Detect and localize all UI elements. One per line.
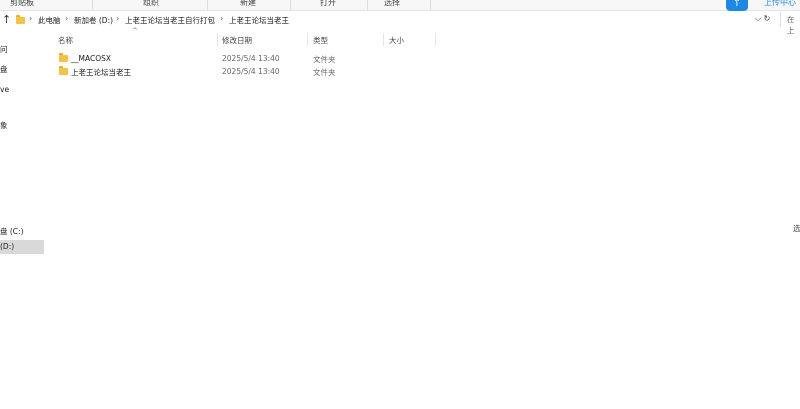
- upload-arrow-icon: ↑: [726, 0, 748, 11]
- column-header-type[interactable]: 类型: [313, 35, 328, 46]
- column-header-size[interactable]: 大小: [389, 35, 404, 46]
- ribbon-group-select: 选择: [384, 0, 400, 7]
- search-placeholder: 在 上: [787, 15, 795, 35]
- chevron-down-icon[interactable]: ⌵: [755, 14, 761, 23]
- address-bar[interactable]: › 此电脑 › 新加卷 (D:) › 上老王论坛当老王自行打包 › 上老王论坛当…: [12, 13, 750, 27]
- sort-ascending-icon: ^: [132, 27, 138, 35]
- file-date: 2025/5/4 13:40: [222, 54, 280, 63]
- column-header-name[interactable]: 名称: [58, 35, 73, 46]
- file-date: 2025/5/4 13:40: [222, 67, 280, 76]
- breadcrumb-this-pc[interactable]: 此电脑: [38, 15, 61, 26]
- ribbon-group-clipboard: 剪贴板: [10, 0, 34, 7]
- sidebar-item[interactable]: 象: [0, 120, 44, 133]
- search-input[interactable]: 在 上: [780, 12, 800, 35]
- file-name: 上老王论坛当老王: [71, 68, 131, 77]
- address-tools: ⌵ ↻: [755, 14, 770, 24]
- ribbon-divider: [207, 0, 208, 10]
- breadcrumb-volume-d[interactable]: 新加卷 (D:): [74, 15, 113, 26]
- sidebar-item-drive-c[interactable]: 盘 (C:): [0, 226, 44, 239]
- breadcrumb-current-folder[interactable]: 上老王论坛当老王: [229, 15, 289, 26]
- sidebar-item[interactable]: ve: [0, 85, 44, 98]
- file-row[interactable]: __MACOSX 2025/5/4 13:40 文件夹: [56, 53, 416, 66]
- folder-icon: [59, 66, 68, 75]
- file-type: 文件夹: [313, 55, 336, 64]
- ribbon-divider: [92, 0, 93, 10]
- sidebar-item-drive-d[interactable]: (D:): [0, 240, 44, 254]
- ribbon-group-organize: 组织: [143, 0, 159, 7]
- file-name: __MACOSX: [71, 54, 112, 63]
- right-edge-text: 选: [793, 224, 800, 233]
- refresh-icon[interactable]: ↻: [764, 14, 771, 23]
- column-divider[interactable]: [217, 33, 218, 46]
- ribbon-divider: [430, 0, 431, 10]
- file-type: 文件夹: [313, 68, 336, 77]
- breadcrumb-package-folder[interactable]: 上老王论坛当老王自行打包: [125, 15, 215, 26]
- upload-center-label: 上传中心: [764, 0, 796, 7]
- column-divider[interactable]: [307, 33, 308, 46]
- sidebar-item[interactable]: 问: [0, 44, 44, 57]
- folder-icon: [59, 53, 68, 62]
- file-row[interactable]: 上老王论坛当老王 2025/5/4 13:40 文件夹: [56, 66, 416, 79]
- column-header-row: ^ 名称 修改日期 类型 大小: [56, 27, 456, 46]
- column-divider[interactable]: [383, 33, 384, 46]
- navigation-pane: 问 盘 ve 象 盘 (C:) (D:): [0, 28, 44, 409]
- upload-center-button[interactable]: ↑ 上传中心: [726, 0, 800, 11]
- breadcrumb-chevron-icon[interactable]: ›: [29, 14, 32, 23]
- ribbon-group-labels: 剪贴板 组织 新建 打开 选择: [0, 0, 800, 11]
- ribbon-group-new: 新建: [240, 0, 256, 7]
- breadcrumb-chevron-icon[interactable]: ›: [220, 14, 223, 23]
- up-arrow-icon[interactable]: ↑: [2, 13, 11, 26]
- column-header-date[interactable]: 修改日期: [222, 35, 252, 46]
- ribbon-divider: [367, 0, 368, 10]
- folder-icon: [16, 15, 25, 24]
- sidebar-item[interactable]: 盘: [0, 64, 44, 77]
- column-divider[interactable]: [435, 33, 436, 46]
- breadcrumb-chevron-icon[interactable]: ›: [65, 14, 68, 23]
- breadcrumb-chevron-icon[interactable]: ›: [116, 14, 119, 23]
- ribbon-group-open: 打开: [320, 0, 336, 7]
- ribbon-divider: [290, 0, 291, 10]
- address-row: ↑ › 此电脑 › 新加卷 (D:) › 上老王论坛当老王自行打包 › 上老王论…: [0, 12, 800, 28]
